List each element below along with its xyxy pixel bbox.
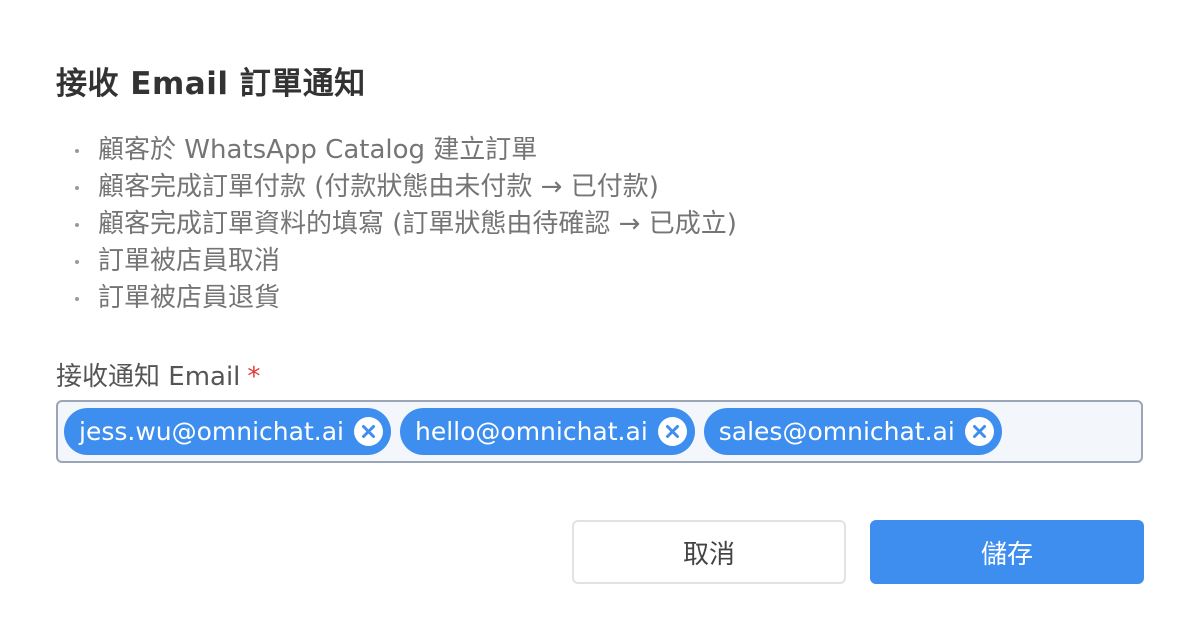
- event-text: 顧客完成訂單付款 (付款狀態由未付款 → 已付款): [98, 172, 659, 202]
- email-field-label-text: 接收通知 Email: [56, 362, 241, 392]
- close-circle-icon[interactable]: [964, 417, 994, 446]
- list-item: 顧客完成訂單資料的填寫 (訂單狀態由待確認 → 已成立): [68, 206, 737, 243]
- event-text: 顧客完成訂單資料的填寫 (訂單狀態由待確認 → 已成立): [98, 209, 737, 239]
- email-field-label: 接收通知 Email *: [56, 356, 260, 393]
- email-tag: hello@omnichat.ai: [399, 408, 695, 455]
- email-tag: sales@omnichat.ai: [703, 408, 1002, 455]
- notification-event-list: 顧客於 WhatsApp Catalog 建立訂單 顧客完成訂單付款 (付款狀態…: [68, 132, 737, 317]
- email-tag-text: jess.wu@omnichat.ai: [79, 417, 344, 446]
- list-item: 顧客完成訂單付款 (付款狀態由未付款 → 已付款): [68, 169, 737, 206]
- close-icon: [972, 425, 986, 438]
- email-tag-text: hello@omnichat.ai: [414, 417, 648, 446]
- email-tags-input[interactable]: jess.wu@omnichat.ai hello@omnichat.ai sa…: [56, 400, 1143, 463]
- email-notification-dialog: 接收 Email 訂單通知 顧客於 WhatsApp Catalog 建立訂單 …: [0, 0, 1200, 624]
- cancel-button[interactable]: 取消: [572, 520, 846, 584]
- dialog-title: 接收 Email 訂單通知: [56, 66, 366, 102]
- close-icon: [361, 425, 375, 438]
- close-circle-icon[interactable]: [353, 417, 383, 446]
- event-text: 顧客於 WhatsApp Catalog 建立訂單: [98, 135, 538, 165]
- email-tag: jess.wu@omnichat.ai: [64, 408, 391, 455]
- bullet-icon: [75, 223, 79, 227]
- bullet-icon: [75, 260, 79, 264]
- list-item: 顧客於 WhatsApp Catalog 建立訂單: [68, 132, 737, 169]
- event-text: 訂單被店員取消: [98, 246, 281, 276]
- bullet-icon: [75, 186, 79, 190]
- save-button[interactable]: 儲存: [870, 520, 1144, 584]
- bullet-icon: [75, 149, 79, 153]
- required-mark: *: [247, 362, 261, 392]
- close-icon: [665, 425, 679, 438]
- email-tag-text: sales@omnichat.ai: [718, 417, 955, 446]
- event-text: 訂單被店員退貨: [98, 283, 281, 313]
- list-item: 訂單被店員取消: [68, 243, 737, 280]
- list-item: 訂單被店員退貨: [68, 280, 737, 317]
- bullet-icon: [75, 297, 79, 301]
- close-circle-icon[interactable]: [657, 417, 687, 446]
